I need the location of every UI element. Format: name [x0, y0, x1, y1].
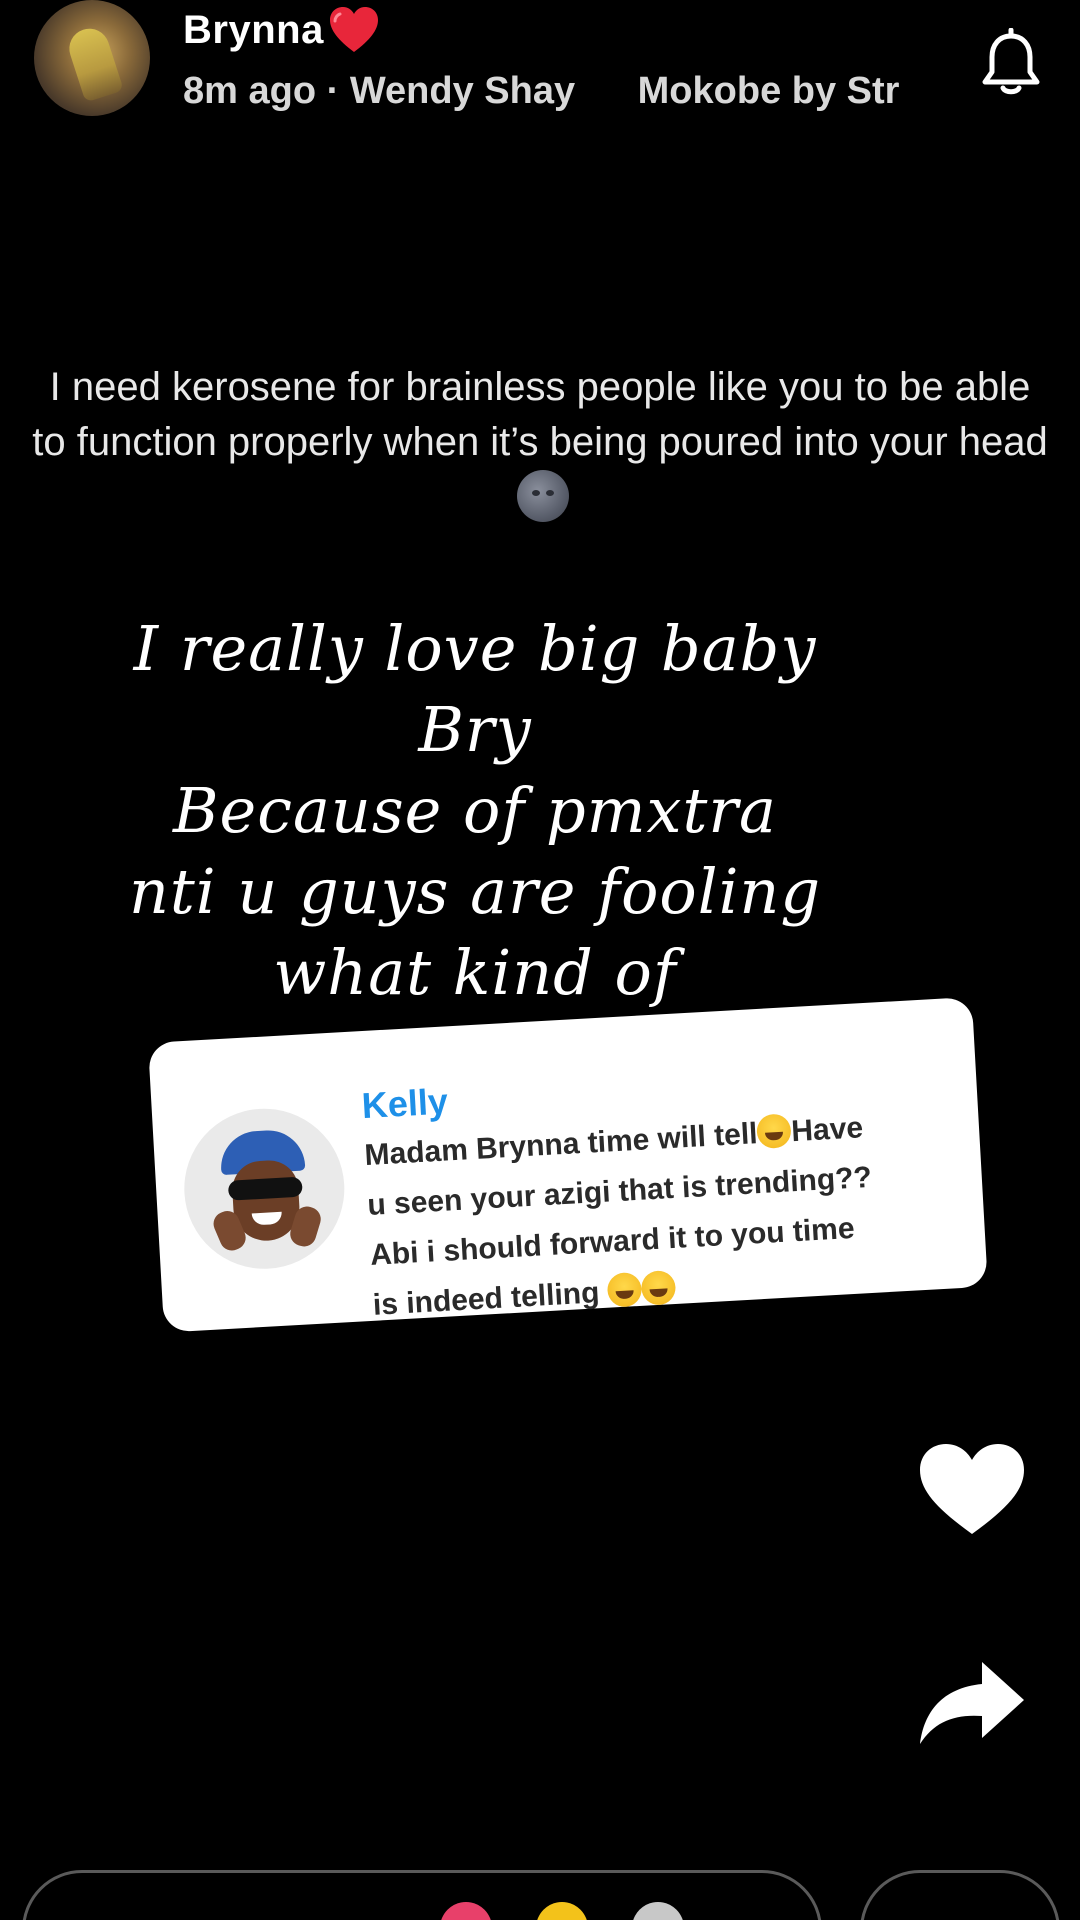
tears-of-joy-emoji-icon [756, 1113, 793, 1150]
send-button[interactable] [860, 1870, 1060, 1920]
reply-line-text: is indeed telling [372, 1276, 601, 1322]
reaction-emoji-icon[interactable] [440, 1902, 492, 1920]
username-row[interactable]: Brynna [183, 6, 380, 54]
meta-separator: · [326, 70, 340, 112]
avatar-photo [64, 23, 124, 103]
heart-icon[interactable] [916, 1440, 1028, 1538]
reply-author: Kelly [360, 1080, 449, 1127]
sunglasses-shape [227, 1176, 303, 1201]
handwritten-line: what kind of [273, 936, 677, 1009]
story-caption: I need kerosene for brainless people lik… [30, 360, 1050, 527]
reaction-emoji-icon[interactable] [536, 1902, 588, 1920]
caption-text: I need kerosene for brainless people lik… [32, 365, 1048, 464]
song-artist[interactable]: Wendy Shay [350, 70, 575, 112]
share-arrow-icon[interactable] [916, 1658, 1028, 1748]
handwritten-line: Because of pmxtra [172, 774, 778, 847]
profile-avatar[interactable] [34, 0, 150, 116]
tears-of-joy-emoji-icon [606, 1271, 643, 1308]
handwritten-line: I really love big baby [133, 612, 817, 685]
story-meta: 8m ago · Wendy Shay Mokobe by Str [183, 70, 933, 118]
reply-input-bar[interactable] [22, 1870, 822, 1920]
story-screen: Brynna 8m ago · Wendy Shay Mokobe by Str… [0, 0, 1080, 1920]
reply-line-text: Have [790, 1111, 864, 1149]
reaction-emoji-icon[interactable] [632, 1902, 684, 1920]
replier-bitmoji-avatar [179, 1104, 349, 1274]
username[interactable]: Brynna [183, 8, 324, 53]
quick-reactions [440, 1902, 684, 1920]
reply-sticker-card[interactable]: Kelly Madam Brynna time will tell Have u … [148, 996, 988, 1333]
bell-icon[interactable] [980, 28, 1042, 96]
red-heart-emoji-icon [329, 7, 378, 52]
handwritten-line: nti u guys are fooling [128, 855, 822, 928]
handwritten-line: Bry [418, 693, 532, 766]
song-title[interactable]: Mokobe by Str [638, 70, 900, 112]
tears-of-joy-emoji-icon [640, 1269, 677, 1306]
time-ago: 8m ago [183, 70, 317, 112]
reply-text: Madam Brynna time will tell Have u seen y… [363, 1098, 973, 1331]
new-moon-face-emoji-icon [517, 470, 569, 522]
